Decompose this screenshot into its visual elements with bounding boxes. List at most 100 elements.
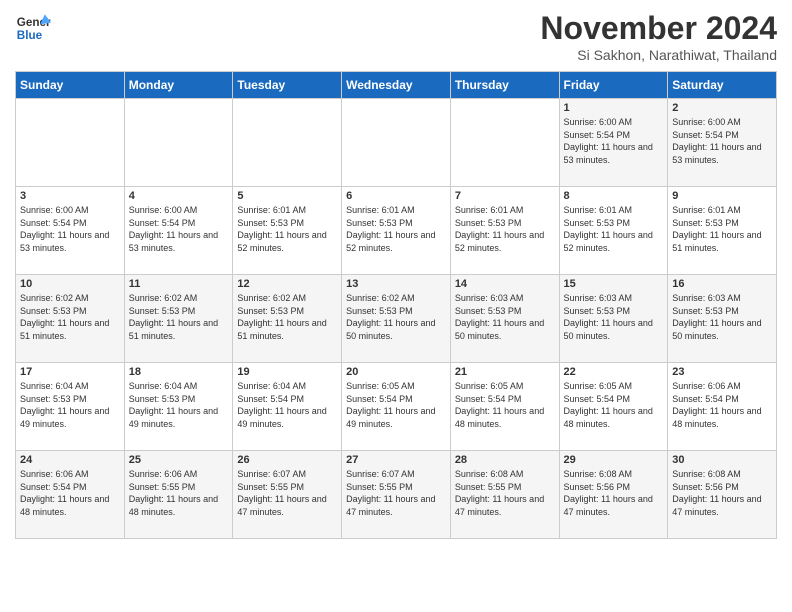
calendar-cell: 9 Sunrise: 6:01 AM Sunset: 5:53 PM Daylig… bbox=[668, 187, 777, 275]
calendar-cell: 23Sunrise: 6:06 AM Sunset: 5:54 PM Dayli… bbox=[668, 363, 777, 451]
day-info: Sunrise: 6:07 AM Sunset: 5:55 PM Dayligh… bbox=[237, 468, 337, 518]
day-number: 6 bbox=[346, 190, 446, 202]
day-info: Sunrise: 6:01 AM Sunset: 5:53 PM Dayligh… bbox=[564, 204, 664, 254]
calendar-cell bbox=[16, 99, 125, 187]
calendar-cell: 11 Sunrise: 6:02 AM Sunset: 5:53 PM Dayli… bbox=[124, 275, 233, 363]
day-number: 11 bbox=[129, 278, 229, 290]
calendar-cell bbox=[233, 99, 342, 187]
location-subtitle: Si Sakhon, Narathiwat, Thailand bbox=[540, 47, 777, 63]
weekday-header-tuesday: Tuesday bbox=[233, 72, 342, 99]
calendar-cell: 12 Sunrise: 6:02 AM Sunset: 5:53 PM Dayli… bbox=[233, 275, 342, 363]
calendar-cell: 14Sunrise: 6:03 AM Sunset: 5:53 PM Dayli… bbox=[450, 275, 559, 363]
day-number: 26 bbox=[237, 454, 337, 466]
calendar-cell: 26 Sunrise: 6:07 AM Sunset: 5:55 PM Dayli… bbox=[233, 451, 342, 539]
calendar-cell bbox=[124, 99, 233, 187]
weekday-header-monday: Monday bbox=[124, 72, 233, 99]
day-number: 17 bbox=[20, 366, 120, 378]
day-number: 3 bbox=[20, 190, 120, 202]
day-info: Sunrise: 6:00 AM Sunset: 5:54 PM Dayligh… bbox=[129, 204, 229, 254]
calendar-cell: 1Sunrise: 6:00 AM Sunset: 5:54 PM Daylig… bbox=[559, 99, 668, 187]
day-info: Sunrise: 6:06 AM Sunset: 5:54 PM Dayligh… bbox=[672, 380, 772, 430]
day-number: 9 bbox=[672, 190, 772, 202]
day-info: Sunrise: 6:04 AM Sunset: 5:53 PM Dayligh… bbox=[129, 380, 229, 430]
day-number: 29 bbox=[564, 454, 664, 466]
day-number: 4 bbox=[129, 190, 229, 202]
logo-icon: General Blue bbox=[15, 10, 51, 46]
day-info: Sunrise: 6:00 AM Sunset: 5:54 PM Dayligh… bbox=[672, 116, 772, 166]
day-number: 1 bbox=[564, 102, 664, 114]
day-number: 5 bbox=[237, 190, 337, 202]
day-number: 27 bbox=[346, 454, 446, 466]
calendar-cell: 2 Sunrise: 6:00 AM Sunset: 5:54 PM Daylig… bbox=[668, 99, 777, 187]
day-info: Sunrise: 6:08 AM Sunset: 5:56 PM Dayligh… bbox=[564, 468, 664, 518]
weekday-header-thursday: Thursday bbox=[450, 72, 559, 99]
calendar-cell: 25 Sunrise: 6:06 AM Sunset: 5:55 PM Dayli… bbox=[124, 451, 233, 539]
day-info: Sunrise: 6:01 AM Sunset: 5:53 PM Dayligh… bbox=[237, 204, 337, 254]
calendar-cell: 29 Sunrise: 6:08 AM Sunset: 5:56 PM Dayli… bbox=[559, 451, 668, 539]
day-info: Sunrise: 6:02 AM Sunset: 5:53 PM Dayligh… bbox=[237, 292, 337, 342]
day-info: Sunrise: 6:01 AM Sunset: 5:53 PM Dayligh… bbox=[672, 204, 772, 254]
day-number: 18 bbox=[129, 366, 229, 378]
day-number: 19 bbox=[237, 366, 337, 378]
day-number: 25 bbox=[129, 454, 229, 466]
day-info: Sunrise: 6:01 AM Sunset: 5:53 PM Dayligh… bbox=[455, 204, 555, 254]
calendar-cell: 10Sunrise: 6:02 AM Sunset: 5:53 PM Dayli… bbox=[16, 275, 125, 363]
logo: General Blue bbox=[15, 10, 51, 46]
calendar-cell: 15 Sunrise: 6:03 AM Sunset: 5:53 PM Dayli… bbox=[559, 275, 668, 363]
calendar-cell: 20Sunrise: 6:05 AM Sunset: 5:54 PM Dayli… bbox=[342, 363, 451, 451]
calendar-cell: 22 Sunrise: 6:05 AM Sunset: 5:54 PM Dayli… bbox=[559, 363, 668, 451]
day-number: 22 bbox=[564, 366, 664, 378]
calendar-cell: 17 Sunrise: 6:04 AM Sunset: 5:53 PM Dayli… bbox=[16, 363, 125, 451]
calendar-cell: 4 Sunrise: 6:00 AM Sunset: 5:54 PM Daylig… bbox=[124, 187, 233, 275]
calendar-cell: 8 Sunrise: 6:01 AM Sunset: 5:53 PM Daylig… bbox=[559, 187, 668, 275]
day-info: Sunrise: 6:01 AM Sunset: 5:53 PM Dayligh… bbox=[346, 204, 446, 254]
calendar-cell: 13 Sunrise: 6:02 AM Sunset: 5:53 PM Dayli… bbox=[342, 275, 451, 363]
day-number: 2 bbox=[672, 102, 772, 114]
calendar-cell: 18 Sunrise: 6:04 AM Sunset: 5:53 PM Dayli… bbox=[124, 363, 233, 451]
day-number: 12 bbox=[237, 278, 337, 290]
day-info: Sunrise: 6:08 AM Sunset: 5:55 PM Dayligh… bbox=[455, 468, 555, 518]
calendar-cell: 5 Sunrise: 6:01 AM Sunset: 5:53 PM Daylig… bbox=[233, 187, 342, 275]
day-info: Sunrise: 6:03 AM Sunset: 5:53 PM Dayligh… bbox=[564, 292, 664, 342]
day-info: Sunrise: 6:04 AM Sunset: 5:53 PM Dayligh… bbox=[20, 380, 120, 430]
calendar-week-row: 10Sunrise: 6:02 AM Sunset: 5:53 PM Dayli… bbox=[16, 275, 777, 363]
day-info: Sunrise: 6:02 AM Sunset: 5:53 PM Dayligh… bbox=[129, 292, 229, 342]
day-info: Sunrise: 6:05 AM Sunset: 5:54 PM Dayligh… bbox=[455, 380, 555, 430]
day-info: Sunrise: 6:04 AM Sunset: 5:54 PM Dayligh… bbox=[237, 380, 337, 430]
day-number: 15 bbox=[564, 278, 664, 290]
day-number: 24 bbox=[20, 454, 120, 466]
calendar-week-row: 17 Sunrise: 6:04 AM Sunset: 5:53 PM Dayli… bbox=[16, 363, 777, 451]
calendar-cell: 24Sunrise: 6:06 AM Sunset: 5:54 PM Dayli… bbox=[16, 451, 125, 539]
calendar-week-row: 3 Sunrise: 6:00 AM Sunset: 5:54 PM Daylig… bbox=[16, 187, 777, 275]
calendar-cell: 7Sunrise: 6:01 AM Sunset: 5:53 PM Daylig… bbox=[450, 187, 559, 275]
calendar-cell bbox=[342, 99, 451, 187]
day-info: Sunrise: 6:05 AM Sunset: 5:54 PM Dayligh… bbox=[346, 380, 446, 430]
day-number: 13 bbox=[346, 278, 446, 290]
calendar-cell: 30Sunrise: 6:08 AM Sunset: 5:56 PM Dayli… bbox=[668, 451, 777, 539]
svg-text:Blue: Blue bbox=[17, 29, 43, 42]
day-number: 8 bbox=[564, 190, 664, 202]
day-info: Sunrise: 6:07 AM Sunset: 5:55 PM Dayligh… bbox=[346, 468, 446, 518]
calendar-cell: 21Sunrise: 6:05 AM Sunset: 5:54 PM Dayli… bbox=[450, 363, 559, 451]
calendar-table: SundayMondayTuesdayWednesdayThursdayFrid… bbox=[15, 71, 777, 539]
weekday-header-friday: Friday bbox=[559, 72, 668, 99]
weekday-header-saturday: Saturday bbox=[668, 72, 777, 99]
weekday-header-row: SundayMondayTuesdayWednesdayThursdayFrid… bbox=[16, 72, 777, 99]
day-info: Sunrise: 6:05 AM Sunset: 5:54 PM Dayligh… bbox=[564, 380, 664, 430]
day-info: Sunrise: 6:02 AM Sunset: 5:53 PM Dayligh… bbox=[346, 292, 446, 342]
page-header: General Blue November 2024 Si Sakhon, Na… bbox=[15, 10, 777, 63]
calendar-cell: 6 Sunrise: 6:01 AM Sunset: 5:53 PM Daylig… bbox=[342, 187, 451, 275]
calendar-cell: 19 Sunrise: 6:04 AM Sunset: 5:54 PM Dayli… bbox=[233, 363, 342, 451]
day-info: Sunrise: 6:02 AM Sunset: 5:53 PM Dayligh… bbox=[20, 292, 120, 342]
day-number: 14 bbox=[455, 278, 555, 290]
day-info: Sunrise: 6:03 AM Sunset: 5:53 PM Dayligh… bbox=[672, 292, 772, 342]
calendar-week-row: 1 Sunrise: 6:00 AM Sunset: 5:54 PM Daylig… bbox=[16, 99, 777, 187]
calendar-cell: 3 Sunrise: 6:00 AM Sunset: 5:54 PM Daylig… bbox=[16, 187, 125, 275]
calendar-cell: 16Sunrise: 6:03 AM Sunset: 5:53 PM Dayli… bbox=[668, 275, 777, 363]
day-info: Sunrise: 6:06 AM Sunset: 5:55 PM Dayligh… bbox=[129, 468, 229, 518]
calendar-cell bbox=[450, 99, 559, 187]
calendar-week-row: 24Sunrise: 6:06 AM Sunset: 5:54 PM Dayli… bbox=[16, 451, 777, 539]
title-block: November 2024 Si Sakhon, Narathiwat, Tha… bbox=[540, 10, 777, 63]
day-info: Sunrise: 6:08 AM Sunset: 5:56 PM Dayligh… bbox=[672, 468, 772, 518]
day-info: Sunrise: 6:00 AM Sunset: 5:54 PM Dayligh… bbox=[20, 204, 120, 254]
